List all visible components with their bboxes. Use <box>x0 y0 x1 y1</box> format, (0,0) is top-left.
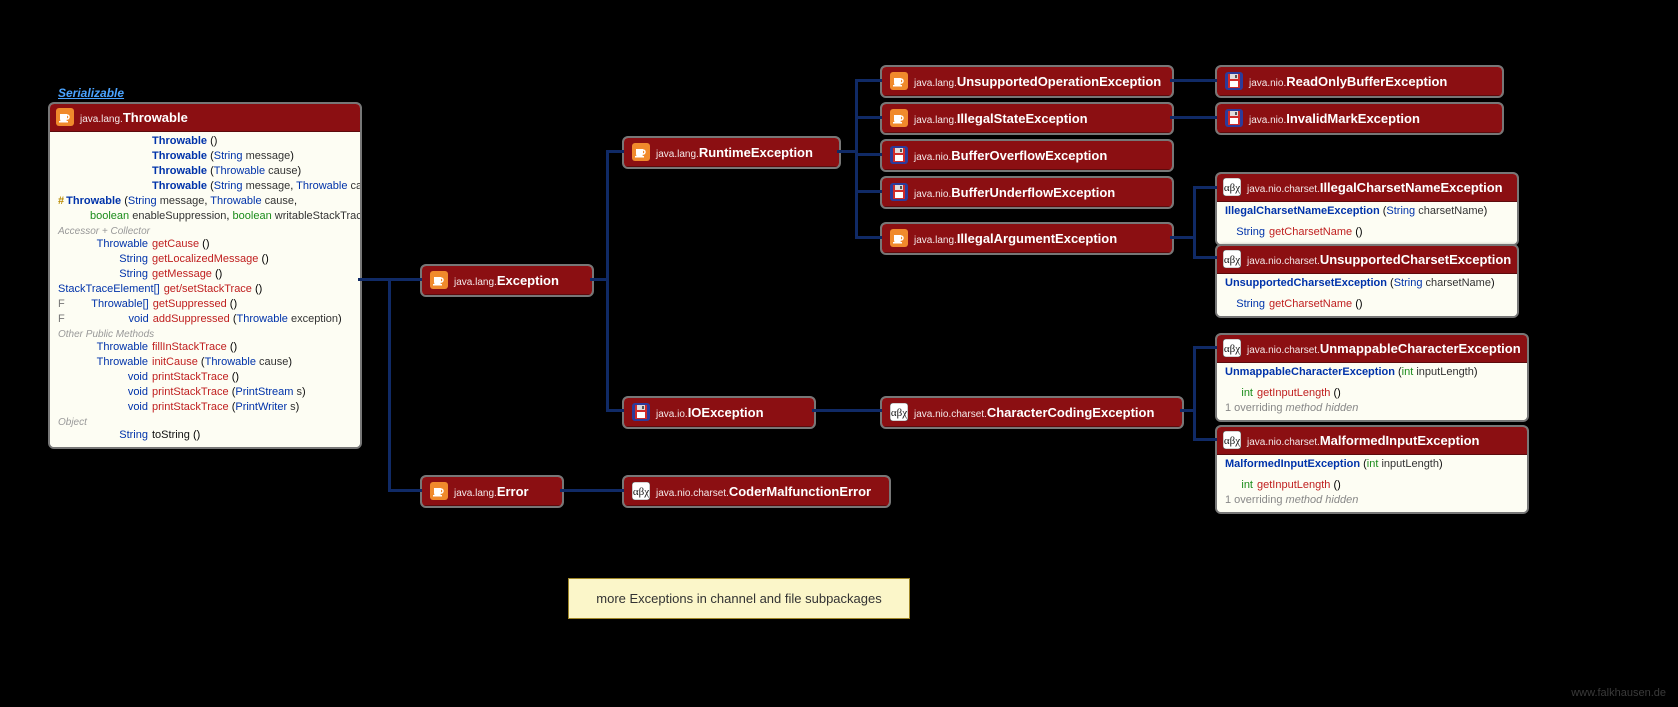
interface-label-serializable: Serializable <box>58 86 124 100</box>
edge <box>855 79 882 82</box>
cup-icon <box>430 482 448 500</box>
class-box-throwable[interactable]: java.lang.Throwable Throwable () Throwab… <box>48 102 362 449</box>
edge <box>388 278 391 491</box>
class-box-runtimeexception[interactable]: java.lang.RuntimeException <box>622 136 841 169</box>
class-box-charactercodingexception[interactable]: java.nio.charset.CharacterCodingExceptio… <box>880 396 1184 429</box>
class-box-readonlybufferexception[interactable]: java.nio.ReadOnlyBufferException <box>1215 65 1504 98</box>
cup-icon <box>632 143 650 161</box>
abg-icon <box>1223 250 1241 268</box>
class-box-bufferunderflowexception[interactable]: java.nio.BufferUnderflowException <box>880 176 1174 209</box>
class-box-ioexception[interactable]: java.io.IOException <box>622 396 816 429</box>
edge <box>1193 438 1217 441</box>
disk-icon <box>1225 109 1243 127</box>
class-name: Throwable <box>123 110 188 125</box>
edge <box>855 236 882 239</box>
disk-icon <box>1225 72 1243 90</box>
class-box-unmappablecharacterexception[interactable]: java.nio.charset.UnmappableCharacterExce… <box>1215 333 1529 422</box>
edge <box>855 190 882 193</box>
class-box-unsupportedcharsetexception[interactable]: java.nio.charset.UnsupportedCharsetExcep… <box>1215 244 1519 318</box>
edge <box>855 153 882 156</box>
edge <box>606 150 624 153</box>
class-body: Throwable () Throwable (String message) … <box>50 132 360 447</box>
edge <box>855 79 858 238</box>
abg-icon <box>1223 431 1241 449</box>
edge <box>560 489 624 492</box>
edge <box>1193 256 1217 259</box>
cup-icon <box>890 109 908 127</box>
edge <box>812 409 882 412</box>
edge <box>1170 236 1195 239</box>
edge <box>388 278 422 281</box>
edge <box>1170 116 1217 119</box>
edge <box>1193 186 1196 258</box>
protected-marker: # <box>58 195 66 207</box>
disk-icon <box>890 146 908 164</box>
cup-icon <box>56 108 74 126</box>
edge <box>1193 186 1217 189</box>
disk-icon <box>890 183 908 201</box>
edge <box>1193 346 1196 440</box>
watermark: www.falkhausen.de <box>1571 687 1666 699</box>
class-box-unsupportedoperationexception[interactable]: java.lang.UnsupportedOperationException <box>880 65 1174 98</box>
class-box-error[interactable]: java.lang.Error <box>420 475 564 508</box>
edge <box>1170 79 1217 82</box>
package-label: java.lang. <box>80 114 123 125</box>
section-other-public: Other Public Methods <box>50 327 360 340</box>
class-box-malformedinputexception[interactable]: java.nio.charset.MalformedInputException… <box>1215 425 1529 514</box>
edge <box>606 409 624 412</box>
edge <box>1193 346 1217 349</box>
cup-icon <box>890 72 908 90</box>
edge <box>358 278 390 281</box>
disk-icon <box>632 403 650 421</box>
edge <box>855 116 882 119</box>
edge <box>388 489 422 492</box>
diagram-canvas: { "labels": { "serializable": "Serializa… <box>0 0 1678 707</box>
abg-icon <box>1223 339 1241 357</box>
cup-icon <box>430 271 448 289</box>
section-object: Object <box>50 415 360 428</box>
class-box-codermalfunctionerror[interactable]: java.nio.charset.CoderMalfunctionError <box>622 475 891 508</box>
abg-icon <box>1223 178 1241 196</box>
class-box-exception[interactable]: java.lang.Exception <box>420 264 594 297</box>
section-accessor: Accessor + Collector <box>50 224 360 237</box>
abg-icon <box>890 403 908 421</box>
note-box: more Exceptions in channel and file subp… <box>568 578 910 619</box>
cup-icon <box>890 229 908 247</box>
edge <box>606 150 609 411</box>
class-box-illegalargumentexception[interactable]: java.lang.IllegalArgumentException <box>880 222 1174 255</box>
edge <box>837 150 857 153</box>
class-box-invalidmarkexception[interactable]: java.nio.InvalidMarkException <box>1215 102 1504 135</box>
class-box-illegalcharsetnameexception[interactable]: java.nio.charset.IllegalCharsetNameExcep… <box>1215 172 1519 246</box>
class-box-bufferoverflowexception[interactable]: java.nio.BufferOverflowException <box>880 139 1174 172</box>
class-box-illegalstateexception[interactable]: java.lang.IllegalStateException <box>880 102 1174 135</box>
abg-icon <box>632 482 650 500</box>
class-header: java.lang.Throwable <box>50 104 360 132</box>
